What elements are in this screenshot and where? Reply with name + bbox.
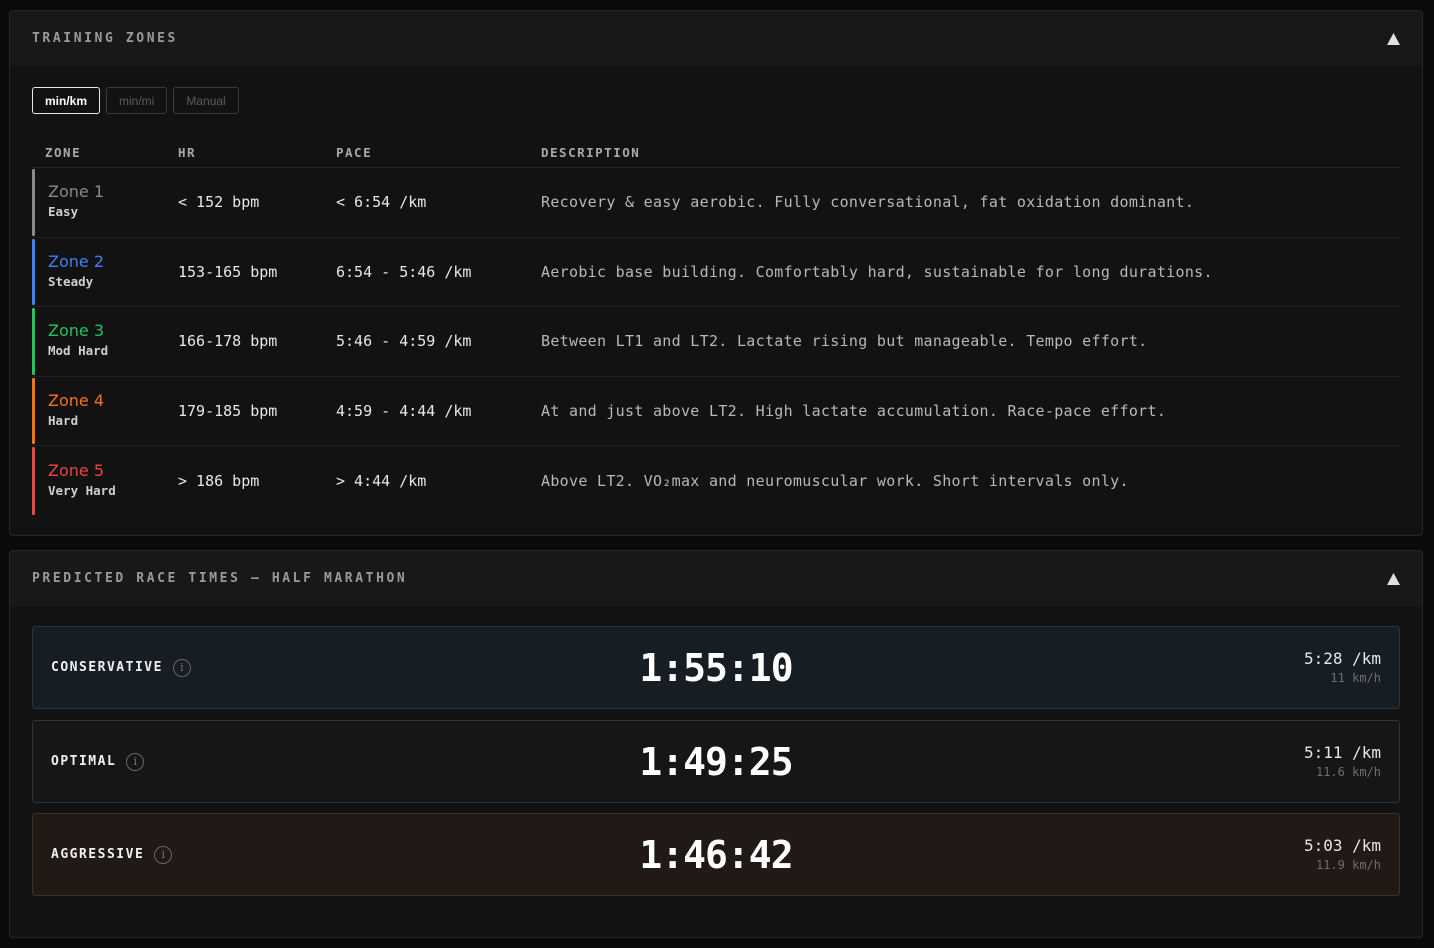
- zone-description: Recovery & easy aerobic. Fully conversat…: [541, 193, 1195, 212]
- zone-description: Above LT2. VO₂max and neuromuscular work…: [541, 471, 1129, 490]
- info-icon[interactable]: i: [126, 752, 145, 771]
- zone-hr: 166-178 bpm: [178, 332, 278, 351]
- zone-cell: Zone 3 Mod Hard: [32, 321, 178, 361]
- prediction-speed: 11.9 km/h: [1315, 857, 1381, 872]
- zone-color-bar: [32, 377, 35, 444]
- info-icon[interactable]: i: [172, 658, 191, 677]
- zone-pace: 4:59 - 4:44 /km: [336, 401, 472, 420]
- prediction-speed: 11.6 km/h: [1315, 764, 1381, 779]
- column-header-zone: ZONE: [45, 144, 82, 160]
- zone-color-bar: [32, 169, 35, 236]
- zone-name: Zone 3: [48, 321, 104, 341]
- zones-table: ZONE HR PACE DESCRIPTION Zone 1 Easy < 1…: [32, 137, 1400, 516]
- prediction-label-group: AGGRESSIVE i: [51, 845, 351, 864]
- zone-description: Aerobic base building. Comfortably hard,…: [541, 262, 1213, 281]
- zone-row: Zone 2 Steady 153-165 bpm 6:54 - 5:46 /k…: [32, 238, 1400, 307]
- prediction-card-conservative: CONSERVATIVE i 1:55:10 5:28 /km 11 km/h: [32, 626, 1400, 709]
- zone-pace: > 4:44 /km: [336, 471, 427, 490]
- zone-pace: 5:46 - 4:59 /km: [336, 332, 472, 351]
- zone-pace: < 6:54 /km: [336, 193, 427, 212]
- zone-hr: 153-165 bpm: [178, 262, 278, 281]
- prediction-speed: 11 km/h: [1330, 670, 1381, 685]
- zone-row: Zone 3 Mod Hard 166-178 bpm 5:46 - 4:59 …: [32, 307, 1400, 377]
- toggle-min-km[interactable]: min/km: [32, 87, 101, 114]
- race-times-header[interactable]: PREDICTED RACE TIMES — HALF MARATHON: [10, 551, 1422, 606]
- zone-row: Zone 5 Very Hard > 186 bpm > 4:44 /km Ab…: [32, 446, 1400, 516]
- zone-cell: Zone 4 Hard: [32, 391, 178, 431]
- prediction-card-optimal: OPTIMAL i 1:49:25 5:11 /km 11.6 km/h: [32, 720, 1400, 803]
- zone-intensity: Hard: [48, 412, 79, 428]
- zone-intensity: Easy: [48, 204, 79, 220]
- zone-color-bar: [32, 238, 35, 305]
- zone-name: Zone 4: [48, 390, 104, 410]
- zone-cell: Zone 1 Easy: [32, 182, 178, 222]
- column-header-pace: PACE: [336, 144, 373, 160]
- zone-description: Between LT1 and LT2. Lactate rising but …: [541, 332, 1148, 351]
- prediction-label-group: CONSERVATIVE i: [51, 658, 351, 677]
- prediction-label-group: OPTIMAL i: [51, 752, 351, 771]
- zone-row: Zone 1 Easy < 152 bpm < 6:54 /km Recover…: [32, 168, 1400, 238]
- zone-hr: > 186 bpm: [178, 471, 260, 490]
- prediction-label: CONSERVATIVE: [51, 660, 163, 675]
- race-times-title: PREDICTED RACE TIMES — HALF MARATHON: [32, 571, 408, 586]
- zone-name: Zone 1: [48, 182, 104, 202]
- training-zones-title: TRAINING ZONES: [32, 31, 178, 46]
- zone-pace: 6:54 - 5:46 /km: [336, 262, 472, 281]
- zone-cell: Zone 2 Steady: [32, 252, 178, 292]
- prediction-pace-group: 5:11 /km 11.6 km/h: [1304, 743, 1381, 781]
- zone-intensity: Very Hard: [48, 482, 116, 498]
- zone-color-bar: [32, 447, 35, 515]
- triangle-up-icon[interactable]: [1386, 32, 1400, 46]
- prediction-pace: 5:11 /km: [1303, 742, 1381, 762]
- zone-intensity: Steady: [48, 273, 94, 289]
- toggle-manual[interactable]: Manual: [173, 87, 239, 114]
- zone-description: At and just above LT2. High lactate accu…: [541, 401, 1167, 420]
- column-header-description: DESCRIPTION: [541, 144, 641, 160]
- zone-name: Zone 5: [48, 460, 104, 480]
- prediction-label: AGGRESSIVE: [51, 847, 145, 862]
- toggle-min-mi[interactable]: min/mi: [106, 87, 168, 114]
- zone-row: Zone 4 Hard 179-185 bpm 4:59 - 4:44 /km …: [32, 377, 1400, 446]
- zone-name: Zone 2: [48, 251, 104, 271]
- zone-color-bar: [32, 308, 35, 375]
- prediction-pace: 5:28 /km: [1303, 648, 1381, 668]
- training-zones-header[interactable]: TRAINING ZONES: [10, 11, 1422, 66]
- zone-hr: 179-185 bpm: [178, 401, 278, 420]
- prediction-pace-group: 5:03 /km 11.9 km/h: [1304, 836, 1381, 874]
- prediction-pace-group: 5:28 /km 11 km/h: [1304, 649, 1381, 687]
- triangle-up-icon[interactable]: [1386, 572, 1400, 586]
- prediction-pace: 5:03 /km: [1303, 835, 1381, 855]
- zone-hr: < 152 bpm: [178, 193, 260, 212]
- prediction-card-aggressive: AGGRESSIVE i 1:46:42 5:03 /km 11.9 km/h: [32, 813, 1400, 896]
- training-zones-panel: TRAINING ZONES min/km min/mi Manual ZONE…: [9, 10, 1423, 536]
- predicted-race-times-panel: PREDICTED RACE TIMES — HALF MARATHON CON…: [9, 550, 1423, 938]
- zones-table-header: ZONE HR PACE DESCRIPTION: [32, 137, 1400, 168]
- prediction-label: OPTIMAL: [51, 754, 117, 769]
- column-header-hr: HR: [178, 144, 197, 160]
- zone-cell: Zone 5 Very Hard: [32, 461, 178, 501]
- unit-toggle-group: min/km min/mi Manual: [32, 87, 239, 114]
- info-icon[interactable]: i: [154, 845, 173, 864]
- zone-intensity: Mod Hard: [48, 343, 109, 359]
